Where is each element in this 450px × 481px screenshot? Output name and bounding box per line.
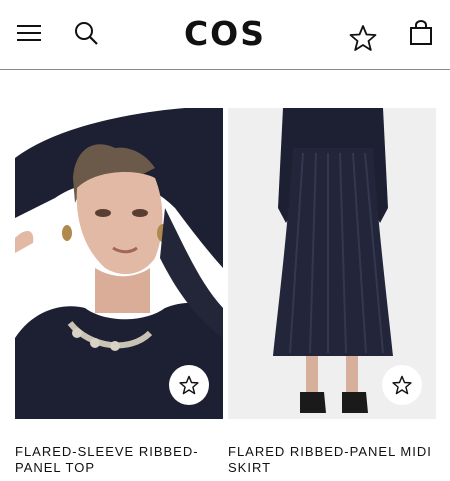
star-icon (179, 375, 199, 395)
star-icon (349, 25, 377, 51)
shopping-bag-icon (410, 20, 432, 45)
star-icon (392, 375, 412, 395)
favorites-button[interactable] (346, 21, 380, 55)
add-to-favorites-button[interactable] (382, 365, 422, 405)
brand-logo[interactable]: COS (0, 14, 450, 53)
product-card[interactable]: FLARED RIBBED-PANEL MIDI SKIRT (228, 108, 436, 476)
product-card[interactable]: FLARED-SLEEVE RIBBED-PANEL TOP (15, 108, 223, 476)
product-image[interactable] (15, 108, 223, 419)
product-image[interactable] (228, 108, 436, 419)
product-name[interactable]: FLARED-SLEEVE RIBBED-PANEL TOP (15, 444, 223, 476)
shopping-bag-button[interactable] (404, 16, 438, 50)
add-to-favorites-button[interactable] (169, 365, 209, 405)
product-name[interactable]: FLARED RIBBED-PANEL MIDI SKIRT (228, 444, 436, 476)
top-header: COS (0, 0, 450, 70)
